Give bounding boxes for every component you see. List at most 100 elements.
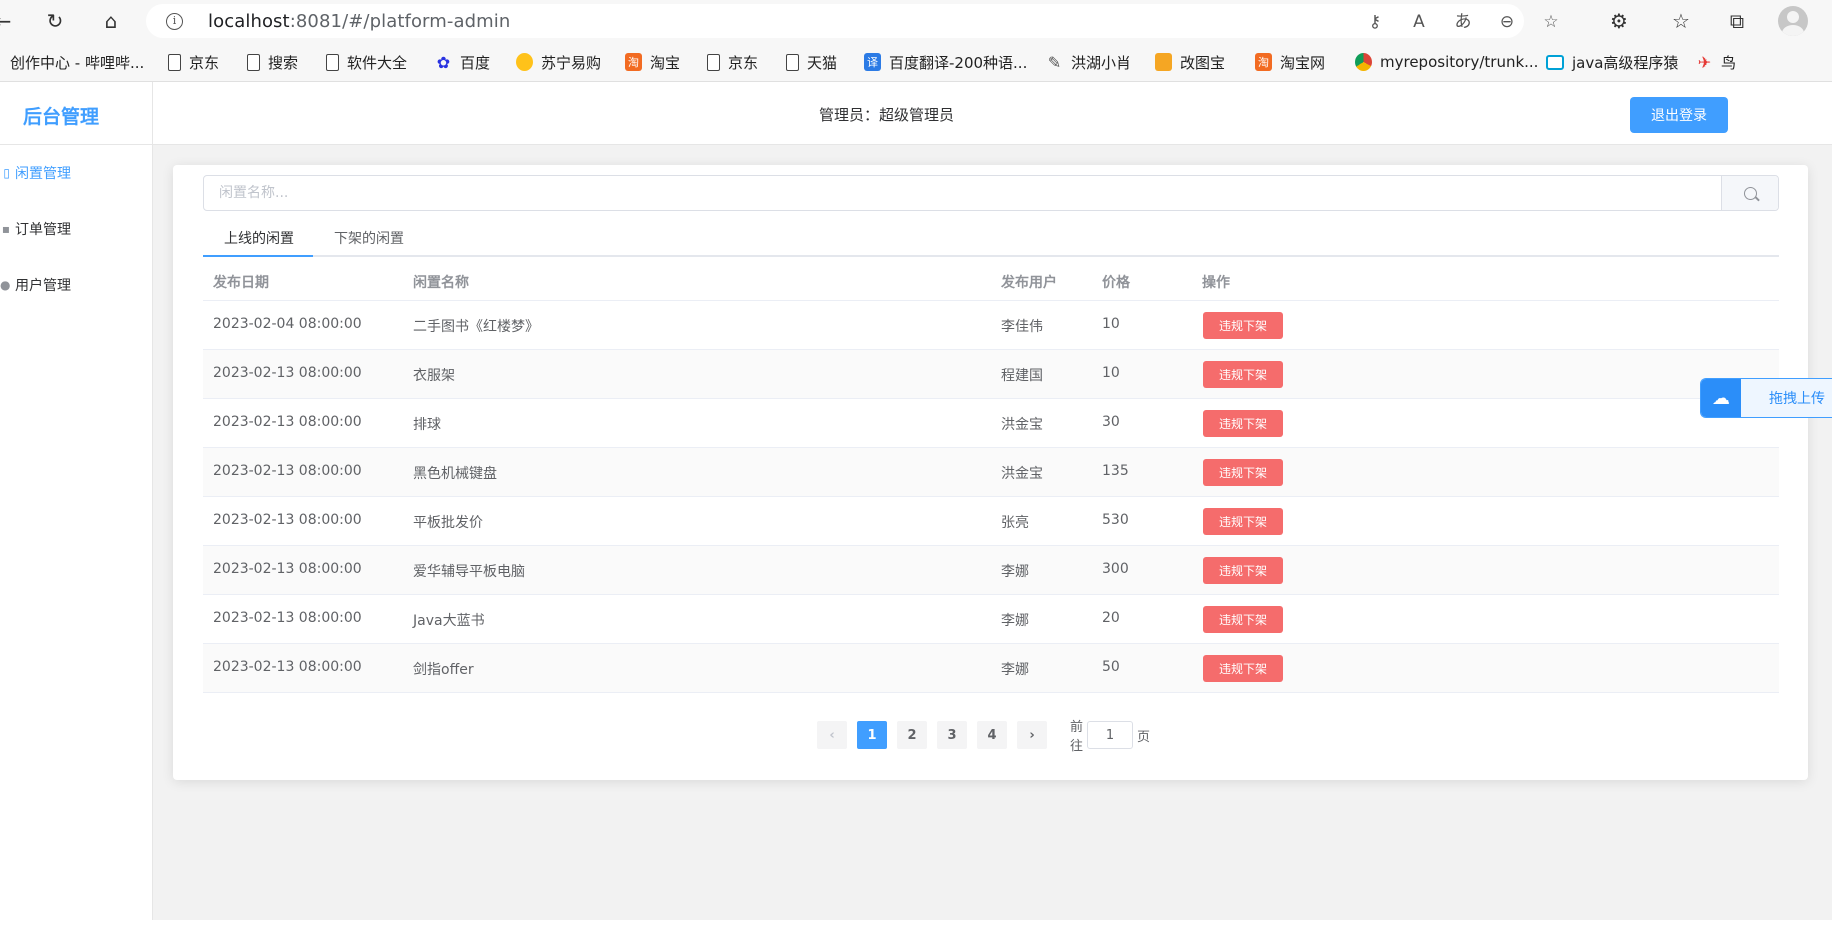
goto-page: 前往 页 bbox=[1070, 720, 1150, 754]
table-row: 2023-02-13 08:00:00 排球 洪金宝 30 违规下架 bbox=[203, 399, 1779, 448]
sidebar-item-label: 用户管理 bbox=[15, 278, 71, 294]
content-card: 上线的闲置 下架的闲置 发布日期 闲置名称 发布用户 价格 操作 2023-02… bbox=[173, 165, 1808, 780]
logout-button[interactable]: 退出登录 bbox=[1630, 97, 1728, 133]
address-url[interactable]: localhost:8081/#/platform-admin bbox=[208, 11, 510, 32]
goods-icon: ▯ bbox=[3, 166, 10, 180]
column-header: 闲置名称 bbox=[413, 275, 469, 291]
bookmark-item[interactable]: 京东 bbox=[707, 52, 758, 72]
translate-icon[interactable]: あ bbox=[1452, 11, 1474, 33]
drag-upload-widget[interactable]: ☁ 拖拽上传 bbox=[1700, 378, 1832, 418]
table-body: 2023-02-04 08:00:00 二手图书《红楼梦》 李佳伟 10 违规下架 202… bbox=[203, 301, 1779, 693]
address-bar[interactable]: i localhost:8081/#/platform-admin ⚷ A あ … bbox=[146, 4, 1559, 38]
drag-upload-label: 拖拽上传 bbox=[1769, 391, 1825, 407]
bookmark-item[interactable]: 创作中心 - 哔哩哔... bbox=[0, 52, 144, 72]
cell-price: 20 bbox=[1102, 610, 1120, 626]
cell-price: 10 bbox=[1102, 365, 1120, 381]
page-icon bbox=[247, 53, 260, 71]
bookmark-item[interactable]: 淘淘宝网 bbox=[1255, 52, 1325, 72]
page-icon bbox=[326, 53, 339, 71]
table-row: 2023-02-13 08:00:00 爱华辅导平板电脑 李娜 300 违规下架 bbox=[203, 546, 1779, 595]
app-header: 后台管理 管理员：超级管理员 退出登录 bbox=[0, 82, 1832, 145]
taobao-icon: 淘 bbox=[625, 53, 642, 71]
zoom-icon[interactable]: ⊖ bbox=[1496, 11, 1518, 33]
prev-page-button[interactable]: ‹ bbox=[817, 721, 847, 749]
bookmark-item[interactable]: 搜索 bbox=[247, 52, 298, 72]
app-logo: 后台管理 bbox=[23, 106, 100, 128]
suning-icon bbox=[516, 53, 533, 71]
search-input[interactable] bbox=[204, 176, 1721, 210]
home-icon[interactable]: ⌂ bbox=[96, 6, 126, 36]
delist-button[interactable]: 违规下架 bbox=[1203, 508, 1283, 535]
cell-name: 黑色机械键盘 bbox=[413, 466, 497, 482]
bookmark-item[interactable]: 改图宝 bbox=[1155, 52, 1225, 72]
delist-button[interactable]: 违规下架 bbox=[1203, 312, 1283, 339]
cell-name: Java大蓝书 bbox=[413, 613, 485, 629]
cell-price: 50 bbox=[1102, 659, 1120, 675]
profile-avatar[interactable] bbox=[1778, 6, 1808, 36]
bookmark-item[interactable]: ✎ 洪湖小肖 bbox=[1046, 52, 1131, 72]
hong-icon: ✎ bbox=[1047, 52, 1062, 72]
site-info-icon[interactable]: i bbox=[166, 13, 183, 30]
cell-user: 张亮 bbox=[1001, 515, 1029, 531]
delist-button[interactable]: 违规下架 bbox=[1203, 459, 1283, 486]
cell-user: 李娜 bbox=[1001, 613, 1029, 629]
bookmark-item[interactable]: java高级程序猿 bbox=[1546, 52, 1678, 72]
table-row: 2023-02-13 08:00:00 衣服架 程建国 10 违规下架 bbox=[203, 350, 1779, 399]
delist-button[interactable]: 违规下架 bbox=[1203, 655, 1283, 682]
bookmark-item[interactable]: 苏宁易购 bbox=[516, 52, 601, 72]
sidebar-item-orders[interactable]: ▪ 订单管理 bbox=[0, 201, 152, 257]
search-button[interactable] bbox=[1721, 176, 1778, 210]
bookmarks-bar: 创作中心 - 哔哩哔... 京东 搜索 软件大全 ✿ 百度 苏宁易购 淘淘宝 京东… bbox=[0, 42, 1832, 82]
sidebar-item-users[interactable]: ● 用户管理 bbox=[0, 257, 152, 313]
bookmark-item[interactable]: 天猫 bbox=[786, 52, 837, 72]
goto-page-input[interactable] bbox=[1087, 721, 1134, 749]
next-page-button[interactable]: › bbox=[1017, 721, 1047, 749]
cell-name: 爱华辅导平板电脑 bbox=[413, 564, 525, 580]
goods-table: 发布日期 闲置名称 发布用户 价格 操作 2023-02-04 08:00:00… bbox=[203, 259, 1779, 693]
back-icon[interactable]: ← bbox=[0, 6, 18, 36]
bilibili-icon bbox=[0, 53, 6, 71]
page-button[interactable]: 4 bbox=[977, 721, 1007, 749]
favorites-icon[interactable]: ☆ bbox=[1666, 6, 1696, 36]
tabs: 上线的闲置 下架的闲置 bbox=[203, 221, 1779, 257]
cell-price: 300 bbox=[1102, 561, 1129, 577]
bookmark-item[interactable]: 译百度翻译-200种语... bbox=[864, 52, 1027, 72]
read-aloud-icon[interactable]: A bbox=[1408, 11, 1430, 33]
delist-button[interactable]: 违规下架 bbox=[1203, 557, 1283, 584]
cell-price: 530 bbox=[1102, 512, 1129, 528]
table-header: 发布日期 闲置名称 发布用户 价格 操作 bbox=[203, 259, 1779, 301]
favorite-add-icon[interactable]: ☆ bbox=[1540, 11, 1562, 33]
column-header: 发布日期 bbox=[213, 275, 269, 291]
cell-user: 洪金宝 bbox=[1001, 466, 1043, 482]
chrome-icon bbox=[1355, 53, 1372, 71]
app: 后台管理 管理员：超级管理员 退出登录 ▯ 闲置管理 ▪ 订单管理 ● 用户管理 bbox=[0, 82, 1832, 936]
bookmark-item[interactable]: 淘淘宝 bbox=[625, 52, 680, 72]
key-icon[interactable]: ⚷ bbox=[1364, 11, 1386, 33]
sidebar-item-idle[interactable]: ▯ 闲置管理 bbox=[0, 145, 152, 201]
delist-button[interactable]: 违规下架 bbox=[1203, 361, 1283, 388]
bookmark-item[interactable]: 软件大全 bbox=[326, 52, 407, 72]
cell-date: 2023-02-04 08:00:00 bbox=[213, 316, 362, 332]
cell-price: 30 bbox=[1102, 414, 1120, 430]
bookmark-item[interactable]: 京东 bbox=[168, 52, 219, 72]
sidebar-item-label: 闲置管理 bbox=[15, 166, 71, 182]
active-tab-indicator bbox=[203, 255, 313, 257]
collections-icon[interactable]: ⧉ bbox=[1722, 6, 1752, 36]
delist-button[interactable]: 违规下架 bbox=[1203, 606, 1283, 633]
extensions-icon[interactable]: ⚙ bbox=[1604, 6, 1634, 36]
browser-toolbar: ← ↻ ⌂ i localhost:8081/#/platform-admin … bbox=[0, 0, 1832, 42]
reload-icon[interactable]: ↻ bbox=[40, 6, 70, 36]
bookmark-item[interactable]: ✈ 鸟 bbox=[1696, 52, 1736, 72]
bookmark-item[interactable]: ✿ 百度 bbox=[435, 52, 490, 72]
page-button[interactable]: 2 bbox=[897, 721, 927, 749]
page-button[interactable]: 3 bbox=[937, 721, 967, 749]
delist-button[interactable]: 违规下架 bbox=[1203, 410, 1283, 437]
baidu-icon: ✿ bbox=[436, 52, 451, 72]
cell-name: 平板批发价 bbox=[413, 515, 483, 531]
bookmark-item[interactable]: myrepository/trunk... bbox=[1355, 52, 1538, 72]
page-button[interactable]: 1 bbox=[857, 721, 887, 749]
cell-date: 2023-02-13 08:00:00 bbox=[213, 610, 362, 626]
cell-name: 衣服架 bbox=[413, 368, 455, 384]
cell-price: 10 bbox=[1102, 316, 1120, 332]
page-icon bbox=[707, 53, 720, 71]
